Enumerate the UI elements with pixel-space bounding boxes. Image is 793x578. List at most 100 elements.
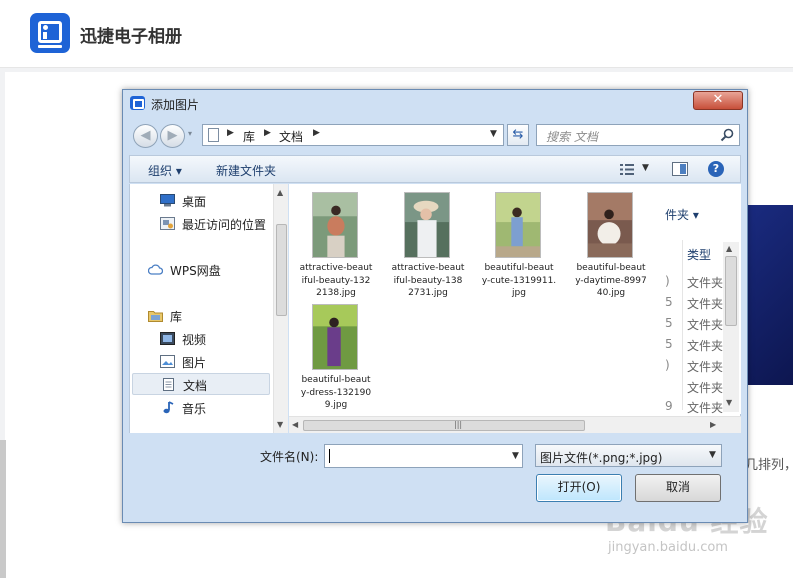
organize-button[interactable]: 组织 ▾ — [148, 162, 182, 179]
file-name: attractive-beaut iful-beauty-132 2138.jpg — [299, 263, 373, 298]
nav-item-wps-cloud[interactable]: WPS网盘 — [132, 259, 270, 281]
nav-item-label: 文档 — [183, 379, 208, 393]
breadcrumb-documents[interactable]: 文档 — [279, 128, 303, 145]
nav-item-recent-places[interactable]: 最近访问的位置 — [132, 213, 270, 235]
recent-pages-dropdown[interactable]: ▾ — [188, 129, 192, 138]
scroll-right-icon[interactable]: ▶ — [710, 420, 716, 429]
refresh-icon: ⇆ — [512, 127, 524, 142]
new-folder-button[interactable]: 新建文件夹 — [216, 162, 276, 179]
app-window: 迅捷电子相册 几排列， Baidu 经验 jingyan.baidu.com 添… — [0, 0, 793, 578]
refresh-button[interactable]: ⇆ — [507, 124, 529, 146]
dialog-footer: 文件名(N): ▼ 图片文件(*.png;*.jpg) ▼ 打开(O) 取消 — [123, 433, 747, 522]
background-cell-fragment: 5 — [665, 337, 673, 351]
watermark-url: jingyan.baidu.com — [608, 540, 728, 555]
app-small-icon — [130, 96, 145, 110]
background-cell-fragment: ) — [665, 358, 670, 372]
address-bar[interactable]: ▶ 库 ▶ 文档 ▶ ▼ — [202, 124, 504, 146]
background-cell-fragment: 5 — [665, 316, 673, 330]
search-input[interactable]: 搜索 文档 — [536, 124, 740, 146]
back-arrow-icon: ◀ — [140, 128, 151, 143]
file-name: beautiful-beaut y-cute-1319911. jpg — [481, 263, 557, 298]
document-icon — [208, 128, 219, 142]
search-icon[interactable] — [720, 128, 734, 142]
close-button[interactable]: ✕ — [693, 91, 743, 110]
nav-item-videos[interactable]: 视频 — [132, 328, 270, 350]
file-item[interactable]: attractive-beaut iful-beauty-132 2138.jpg — [291, 190, 381, 302]
photo-thumbnail — [312, 192, 358, 258]
pictures-icon — [160, 355, 175, 368]
nav-pane-scrollbar[interactable]: ▲ ▼ — [273, 184, 288, 433]
address-dropdown-icon[interactable]: ▼ — [490, 129, 497, 139]
file-type-value: 图片文件(*.png;*.jpg) — [540, 451, 663, 465]
background-cell-fragment: ) — [665, 274, 670, 288]
background-type-cell: 文件夹 — [687, 339, 724, 353]
breadcrumb-separator-icon: ▶ — [264, 128, 271, 138]
forward-arrow-icon: ▶ — [167, 128, 178, 143]
file-item[interactable]: beautiful-beaut y-daytime-8997 40.jpg — [566, 190, 656, 302]
help-icon[interactable]: ? — [708, 161, 724, 177]
nav-item-label: 库 — [170, 310, 183, 324]
background-left-strip — [0, 440, 6, 578]
filename-input[interactable]: ▼ — [324, 444, 523, 468]
background-type-cell: 文件夹 — [687, 360, 724, 374]
nav-item-desktop[interactable]: 桌面 — [132, 190, 270, 212]
nav-item-label: 最近访问的位置 — [182, 218, 267, 232]
cancel-button[interactable]: 取消 — [635, 474, 721, 502]
back-button[interactable]: ◀ — [133, 124, 158, 148]
view-options-icon[interactable] — [620, 164, 634, 175]
forward-button[interactable]: ▶ — [160, 124, 185, 148]
horizontal-scroll-thumb[interactable]: ||| — [303, 420, 585, 431]
view-dropdown-icon[interactable]: ▼ — [642, 163, 649, 173]
video-icon — [160, 332, 175, 345]
photo-thumbnail — [404, 192, 450, 258]
background-list-scrollbar: ▲ ▼ — [723, 242, 739, 412]
nav-item-music[interactable]: 音乐 — [132, 397, 270, 419]
breadcrumb-separator-icon: ▶ — [227, 128, 234, 138]
file-list-horizontal-scrollbar[interactable]: ◀ ||| ▶ — [289, 416, 741, 433]
dialog-title: 添加图片 — [151, 98, 200, 112]
background-sort-text: 几排列， — [745, 458, 793, 473]
scroll-up-icon[interactable]: ▲ — [277, 188, 283, 197]
file-item[interactable]: beautiful-beaut y-cute-1319911. jpg — [474, 190, 564, 302]
background-type-cell: 文件夹 — [687, 276, 724, 290]
photo-thumbnail — [587, 192, 633, 258]
file-item[interactable]: beautiful-beaut y-dress-132190 9.jpg — [291, 302, 381, 414]
add-image-dialog: 添加图片 ✕ ◀ ▶ ▾ ▶ 库 ▶ 文档 ▶ ▼ ⇆ 搜索 文档 组织 ▾ 新… — [122, 89, 748, 523]
dialog-titlebar[interactable]: 添加图片 ✕ — [123, 90, 747, 116]
nav-item-documents[interactable]: 文档 — [132, 373, 270, 395]
file-type-select[interactable]: 图片文件(*.png;*.jpg) ▼ — [535, 444, 722, 467]
background-type-cell: 文件夹 — [687, 401, 724, 415]
background-type-header: 类型 — [687, 248, 712, 262]
column-separator — [682, 240, 683, 410]
chevron-down-icon: ▼ — [709, 450, 716, 460]
nav-item-pictures[interactable]: 图片 — [132, 351, 270, 373]
breadcrumb-separator-icon: ▶ — [313, 128, 320, 138]
nav-scroll-thumb[interactable] — [276, 224, 287, 316]
breadcrumb-library[interactable]: 库 — [243, 128, 255, 145]
app-logo-icon — [30, 13, 70, 53]
nav-item-label: 桌面 — [182, 195, 207, 209]
photo-thumbnail — [312, 304, 358, 370]
photo-thumbnail — [495, 192, 541, 258]
background-type-cell: 文件夹 — [687, 297, 724, 311]
background-type-cell: 文件夹 — [687, 318, 724, 332]
open-button[interactable]: 打开(O) — [536, 474, 622, 502]
scroll-down-icon[interactable]: ▼ — [277, 420, 283, 429]
nav-item-library[interactable]: 库 — [132, 305, 270, 327]
scroll-left-icon[interactable]: ◀ — [292, 420, 298, 429]
nav-item-label: 视频 — [182, 333, 207, 347]
file-item[interactable]: attractive-beaut iful-beauty-138 2731.jpg — [383, 190, 473, 302]
nav-item-label: 音乐 — [182, 402, 207, 416]
app-title: 迅捷电子相册 — [80, 27, 182, 47]
file-name: attractive-beaut iful-beauty-138 2731.jpg — [391, 263, 465, 298]
background-folder-header: 件夹 ▾ — [665, 208, 699, 222]
nav-item-label: 图片 — [182, 356, 207, 370]
background-cell-fragment: 5 — [665, 295, 673, 309]
search-placeholder: 搜索 文档 — [546, 130, 598, 144]
filename-label: 文件名(N): — [260, 450, 319, 464]
text-caret — [329, 449, 330, 463]
filename-history-dropdown-icon[interactable]: ▼ — [512, 451, 519, 461]
cloud-icon — [148, 264, 163, 275]
file-list: 件夹 ▾ 类型 ) 5 5 5 ) 9 文件夹 文件夹 文件夹 文件夹 文件夹 … — [289, 184, 741, 433]
preview-pane-icon[interactable] — [672, 162, 688, 176]
